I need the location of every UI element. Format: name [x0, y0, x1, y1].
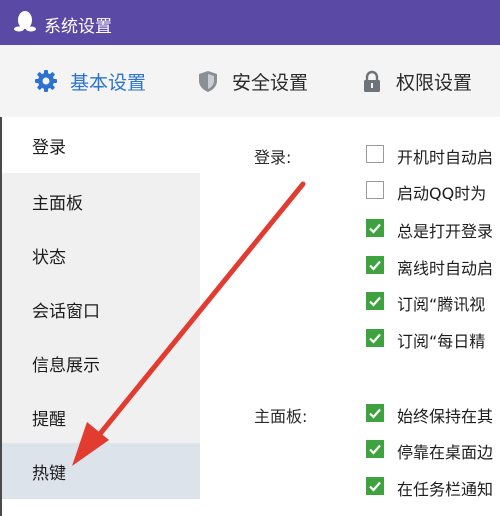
option-always-on-top[interactable]: 始终保持在其: [366, 403, 500, 427]
option-dock-edge[interactable]: 停靠在桌面边: [366, 439, 500, 463]
checkbox-checked[interactable]: [366, 404, 384, 422]
checkbox-unchecked[interactable]: [366, 145, 384, 163]
sidebar-item-status[interactable]: 状态: [2, 227, 200, 283]
option-start-as[interactable]: 启动QQ时为: [366, 180, 500, 204]
tab-bar: 基本设置 安全设置 权限设置: [0, 45, 500, 117]
option-label: 订阅“每日精: [397, 332, 486, 351]
sidebar-item-chat-window[interactable]: 会话窗口: [2, 281, 200, 337]
sidebar-item-reminder[interactable]: 提醒: [2, 389, 200, 445]
tab-security-settings-label: 安全设置: [232, 71, 309, 94]
checkbox-checked[interactable]: [366, 477, 384, 495]
window-title: 系统设置: [44, 17, 112, 37]
tab-basic-settings-label: 基本设置: [70, 71, 147, 94]
option-auto-start[interactable]: 开机时自动启: [366, 144, 500, 168]
checkmark-icon: [369, 444, 381, 455]
sidebar-item-label: 热键: [32, 464, 66, 484]
checkbox-checked[interactable]: [366, 219, 384, 237]
option-subscribe-tencent-video[interactable]: 订阅“腾讯视: [366, 291, 500, 315]
checkmark-icon: [369, 223, 381, 234]
option-label: 开机时自动启: [397, 148, 494, 167]
option-label: 离线时自动启: [397, 259, 494, 278]
checkbox-unchecked[interactable]: [366, 181, 384, 199]
section-login-label: 登录:: [254, 148, 292, 167]
sidebar-item-hotkeys[interactable]: 热键: [2, 443, 200, 499]
settings-sidebar: 登录 主面板 状态 会话窗口 信息展示 提醒 热键: [2, 117, 202, 516]
sidebar-item-info-display[interactable]: 信息展示: [2, 335, 200, 391]
option-label: 总是打开登录: [397, 222, 494, 241]
tab-permission-settings-label: 权限设置: [396, 71, 473, 94]
option-offline-auto[interactable]: 离线时自动启: [366, 255, 500, 279]
tab-permission-settings[interactable]: 权限设置: [360, 67, 472, 95]
option-taskbar-notify[interactable]: 在任务栏通知: [366, 476, 500, 500]
settings-content: 登录: 开机时自动启 启动QQ时为 总是打开登录 离线时自动启 订阅“腾讯视 订…: [202, 117, 500, 516]
checkmark-icon: [369, 260, 381, 271]
option-label: 停靠在桌面边: [397, 443, 494, 462]
checkmark-icon: [369, 333, 381, 344]
sidebar-item-label: 会话窗口: [32, 302, 100, 322]
checkmark-icon: [369, 408, 381, 419]
option-subscribe-daily[interactable]: 订阅“每日精: [366, 328, 500, 352]
sidebar-item-login[interactable]: 登录: [2, 117, 200, 173]
shield-icon: [199, 71, 217, 92]
sidebar-item-label: 信息展示: [32, 356, 100, 376]
tab-security-settings[interactable]: 安全设置: [196, 67, 308, 95]
option-label: 始终保持在其: [397, 407, 494, 426]
option-always-open-login[interactable]: 总是打开登录: [366, 218, 500, 242]
lock-icon: [364, 70, 380, 92]
qq-penguin-icon: [14, 11, 36, 32]
checkbox-checked[interactable]: [366, 292, 384, 310]
checkbox-checked[interactable]: [366, 440, 384, 458]
sidebar-item-main-panel[interactable]: 主面板: [2, 173, 200, 229]
option-label: 订阅“腾讯视: [397, 295, 486, 314]
sidebar-item-label: 提醒: [32, 410, 66, 430]
tab-basic-settings[interactable]: 基本设置: [34, 67, 146, 95]
section-panel-label: 主面板:: [254, 407, 308, 426]
checkbox-checked[interactable]: [366, 256, 384, 274]
title-bar: 系统设置: [0, 0, 500, 45]
checkbox-checked[interactable]: [366, 329, 384, 347]
gear-icon: [35, 70, 57, 92]
checkmark-icon: [369, 296, 381, 307]
sidebar-item-label: 状态: [32, 248, 66, 268]
option-label: 启动QQ时为: [397, 184, 487, 203]
option-label: 在任务栏通知: [397, 480, 494, 499]
checkmark-icon: [369, 481, 381, 492]
sidebar-item-label: 登录: [32, 138, 66, 158]
sidebar-item-label: 主面板: [32, 194, 83, 214]
